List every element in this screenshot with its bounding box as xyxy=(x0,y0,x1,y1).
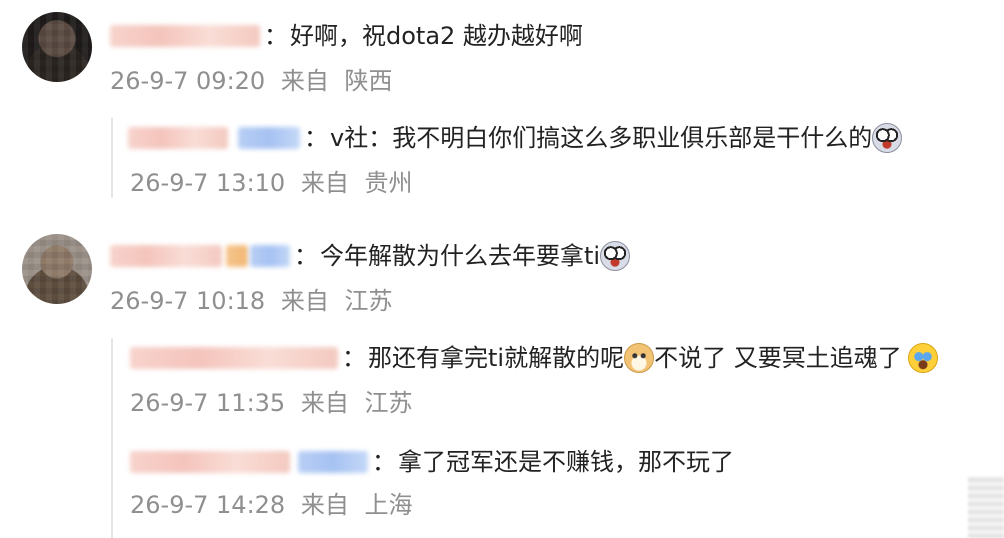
reply-meta: 26-9-7 13:10 来自 贵州 xyxy=(130,168,412,198)
reply-thread-bar xyxy=(111,338,113,538)
comment-location: 陕西 xyxy=(344,67,393,95)
reply-text: v社：我不明白你们搞这么多职业俱乐部是干什么的 xyxy=(330,124,873,152)
commenter-avatar[interactable] xyxy=(22,234,92,304)
comment-text: 今年解散为什么去年要拿ti xyxy=(320,242,601,270)
comment-location: 江苏 xyxy=(344,287,393,315)
shocked-face-emoji-icon xyxy=(872,123,903,153)
reply-text: 不说了 又要冥土追魂了 xyxy=(654,344,902,372)
blurred-badge xyxy=(238,127,300,149)
comment-date: 26-9-7 09:20 xyxy=(110,67,266,95)
reply-text: 拿了冠军还是不赚钱，那不玩了 xyxy=(398,448,734,476)
name-separator: ： xyxy=(294,242,318,270)
reply-text: 那还有拿完ti就解散的呢 xyxy=(368,344,625,372)
reply-line: ： 拿了冠军还是不赚钱，那不玩了 xyxy=(130,446,734,478)
blurred-badge xyxy=(226,245,248,267)
commenter-avatar[interactable] xyxy=(22,12,92,82)
reply-meta: 26-9-7 11:35 来自 江苏 xyxy=(130,388,412,418)
reply-location: 江苏 xyxy=(364,389,413,417)
location-prefix: 来自 xyxy=(300,169,349,197)
comment-text: 好啊，祝dota2 越办越好啊 xyxy=(290,22,583,50)
avatar-pixelation xyxy=(22,234,92,304)
name-separator: ： xyxy=(372,448,396,476)
name-separator: ： xyxy=(304,124,328,152)
location-prefix: 来自 xyxy=(280,287,329,315)
blurred-username[interactable] xyxy=(110,245,222,267)
comment-meta: 26-9-7 10:18 来自 江苏 xyxy=(110,286,392,316)
reply-location: 上海 xyxy=(364,491,413,519)
blurred-badge xyxy=(298,451,368,473)
avatar-pixelation xyxy=(22,12,92,82)
comment-line: ： 好啊，祝dota2 越办越好啊 xyxy=(110,20,583,52)
blurred-badge xyxy=(250,245,290,267)
doge-emoji-icon xyxy=(624,343,655,373)
reply-line: ： 那还有拿完ti就解散的呢 不说了 又要冥土追魂了 xyxy=(130,342,938,374)
reply-location: 贵州 xyxy=(364,169,413,197)
name-separator: ： xyxy=(342,344,366,372)
scrollbar-thumb[interactable] xyxy=(968,476,1004,538)
reply-date: 26-9-7 14:28 xyxy=(130,491,286,519)
location-prefix: 来自 xyxy=(300,389,349,417)
name-separator: ： xyxy=(264,22,288,50)
blurred-username[interactable] xyxy=(130,451,290,473)
location-prefix: 来自 xyxy=(300,491,349,519)
crying-face-emoji-icon xyxy=(907,343,938,373)
comment-line: ： 今年解散为什么去年要拿ti xyxy=(110,240,631,272)
location-prefix: 来自 xyxy=(280,67,329,95)
reply-date: 26-9-7 11:35 xyxy=(130,389,286,417)
reply-meta: 26-9-7 14:28 来自 上海 xyxy=(130,490,412,520)
blurred-username[interactable] xyxy=(128,127,228,149)
blurred-username[interactable] xyxy=(130,347,338,369)
reply-line: ： v社：我不明白你们搞这么多职业俱乐部是干什么的 xyxy=(128,122,903,154)
comment-date: 26-9-7 10:18 xyxy=(110,287,266,315)
reply-thread-bar xyxy=(111,118,113,198)
blurred-username[interactable] xyxy=(110,25,260,47)
comment-meta: 26-9-7 09:20 来自 陕西 xyxy=(110,66,392,96)
reply-date: 26-9-7 13:10 xyxy=(130,169,286,197)
shocked-face-emoji-icon xyxy=(600,241,631,271)
